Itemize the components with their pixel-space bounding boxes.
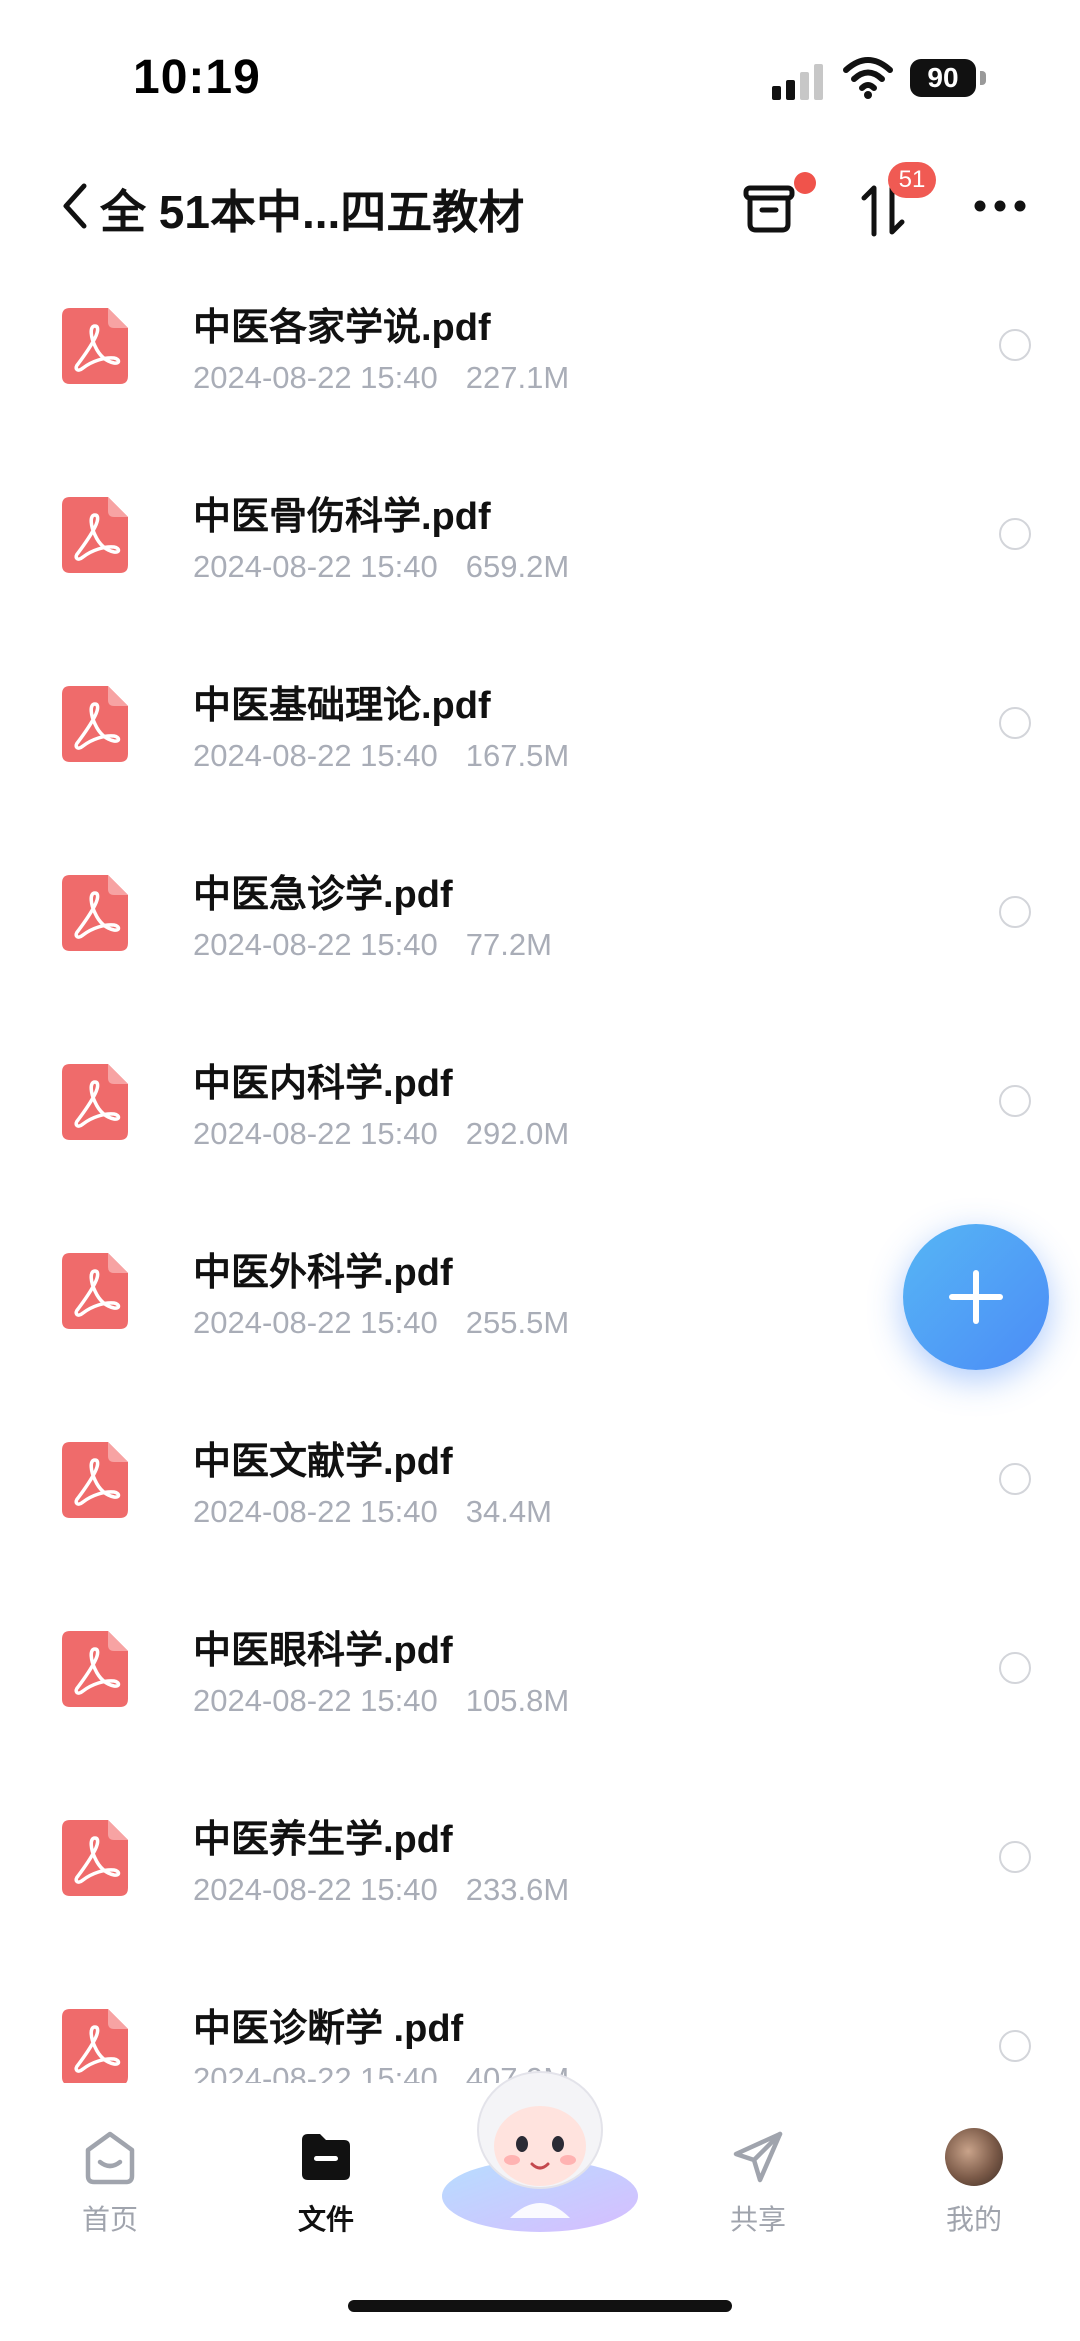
file-name: 中医眼科学.pdf bbox=[193, 1630, 453, 1672]
select-radio[interactable] bbox=[999, 518, 1031, 550]
file-list-item[interactable]: 中医内科学.pdf 2024-08-22 15:40 292.0M bbox=[0, 1040, 1080, 1229]
pdf-file-icon bbox=[62, 1631, 128, 1707]
wifi-icon bbox=[843, 57, 893, 99]
file-size: 34.4M bbox=[465, 1494, 552, 1529]
file-size: 77.2M bbox=[465, 927, 552, 962]
file-size: 292.0M bbox=[465, 1116, 570, 1151]
file-list-item[interactable]: 中医急诊学.pdf 2024-08-22 15:40 77.2M bbox=[0, 851, 1080, 1040]
home-indicator bbox=[348, 2300, 732, 2312]
transfer-count-badge: 51 bbox=[888, 162, 936, 198]
file-meta: 2024-08-22 15:40 34.4M bbox=[193, 1494, 552, 1530]
pdf-file-icon bbox=[62, 1820, 128, 1896]
pdf-file-icon bbox=[62, 308, 128, 384]
file-date: 2024-08-22 15:40 bbox=[193, 1305, 438, 1340]
nav-home-label: 首页 bbox=[81, 2204, 138, 2235]
select-radio[interactable] bbox=[999, 329, 1031, 361]
pdf-file-icon bbox=[62, 1442, 128, 1518]
file-size: 105.8M bbox=[465, 1683, 570, 1718]
cellular-signal-icon bbox=[772, 64, 823, 100]
folder-icon bbox=[302, 2134, 350, 2180]
nav-mine[interactable]: 我的 bbox=[904, 2128, 1044, 2238]
file-name: 中医急诊学.pdf bbox=[193, 874, 453, 916]
file-date: 2024-08-22 15:40 bbox=[193, 549, 438, 584]
file-meta: 2024-08-22 15:40 77.2M bbox=[193, 927, 552, 963]
nav-home[interactable]: 首页 bbox=[40, 2128, 180, 2238]
file-date: 2024-08-22 15:40 bbox=[193, 1116, 438, 1151]
select-radio[interactable] bbox=[999, 1652, 1031, 1684]
avatar bbox=[945, 2128, 1003, 2186]
page-title: 全 51本中...四五教材 bbox=[100, 186, 525, 238]
file-date: 2024-08-22 15:40 bbox=[193, 2061, 438, 2083]
file-size: 233.6M bbox=[465, 1872, 570, 1907]
file-date: 2024-08-22 15:40 bbox=[193, 1683, 438, 1718]
file-name: 中医诊断学 .pdf bbox=[193, 2008, 464, 2050]
share-icon bbox=[733, 2131, 783, 2183]
file-list-item[interactable]: 中医眼科学.pdf 2024-08-22 15:40 105.8M bbox=[0, 1607, 1080, 1796]
file-meta: 2024-08-22 15:40 255.5M bbox=[193, 1305, 569, 1341]
pdf-file-icon bbox=[62, 875, 128, 951]
nav-mine-label: 我的 bbox=[945, 2204, 1002, 2235]
file-list-item[interactable]: 中医骨伤科学.pdf 2024-08-22 15:40 659.2M bbox=[0, 473, 1080, 662]
file-size: 227.1M bbox=[465, 360, 570, 395]
select-radio[interactable] bbox=[999, 2030, 1031, 2062]
file-list: 中医各家学说.pdf 2024-08-22 15:40 227.1M 中医骨伤科学… bbox=[0, 268, 1080, 2083]
recycle-bin-icon[interactable] bbox=[740, 178, 798, 236]
home-icon bbox=[85, 2131, 135, 2185]
file-meta: 2024-08-22 15:40 227.1M bbox=[193, 360, 569, 396]
file-meta: 2024-08-22 15:40 659.2M bbox=[193, 549, 569, 585]
battery-indicator: 90 bbox=[910, 59, 988, 99]
select-radio[interactable] bbox=[999, 1463, 1031, 1495]
file-name: 中医养生学.pdf bbox=[193, 1819, 453, 1861]
file-size: 255.5M bbox=[465, 1305, 570, 1340]
file-name: 中医内科学.pdf bbox=[193, 1063, 453, 1105]
file-meta: 2024-08-22 15:40 233.6M bbox=[193, 1872, 569, 1908]
file-name: 中医文献学.pdf bbox=[193, 1441, 453, 1483]
plus-icon bbox=[949, 1270, 1003, 1324]
file-date: 2024-08-22 15:40 bbox=[193, 1872, 438, 1907]
battery-level: 90 bbox=[927, 62, 959, 93]
nav-files-label: 文件 bbox=[297, 2204, 354, 2235]
select-radio[interactable] bbox=[999, 896, 1031, 928]
file-list-item[interactable]: 中医各家学说.pdf 2024-08-22 15:40 227.1M bbox=[0, 284, 1080, 473]
pdf-file-icon bbox=[62, 497, 128, 573]
file-name: 中医骨伤科学.pdf bbox=[193, 496, 491, 538]
more-icon[interactable] bbox=[970, 196, 1030, 216]
file-date: 2024-08-22 15:40 bbox=[193, 738, 438, 773]
select-radio[interactable] bbox=[999, 1085, 1031, 1117]
ai-assistant-mascot-icon[interactable] bbox=[440, 2068, 640, 2238]
file-list-item[interactable]: 中医文献学.pdf 2024-08-22 15:40 34.4M bbox=[0, 1418, 1080, 1607]
pdf-file-icon bbox=[62, 686, 128, 762]
file-name: 中医基础理论.pdf bbox=[193, 685, 491, 727]
add-button[interactable] bbox=[903, 1224, 1049, 1370]
pdf-file-icon bbox=[62, 1253, 128, 1329]
file-name: 中医各家学说.pdf bbox=[193, 307, 491, 349]
recycle-notification-dot bbox=[794, 172, 816, 194]
file-date: 2024-08-22 15:40 bbox=[193, 1494, 438, 1529]
status-time: 10:19 bbox=[133, 51, 261, 104]
nav-files[interactable]: 文件 bbox=[256, 2128, 396, 2238]
pdf-file-icon bbox=[62, 2009, 128, 2083]
status-bar: 10:19 90 bbox=[0, 0, 1080, 150]
select-radio[interactable] bbox=[999, 1841, 1031, 1873]
file-list-item[interactable]: 中医养生学.pdf 2024-08-22 15:40 233.6M bbox=[0, 1796, 1080, 1985]
file-list-item[interactable]: 中医基础理论.pdf 2024-08-22 15:40 167.5M bbox=[0, 662, 1080, 851]
file-name: 中医外科学.pdf bbox=[193, 1252, 453, 1294]
nav-share-label: 共享 bbox=[729, 2204, 786, 2235]
select-radio[interactable] bbox=[999, 707, 1031, 739]
file-meta: 2024-08-22 15:40 167.5M bbox=[193, 738, 569, 774]
file-meta: 2024-08-22 15:40 292.0M bbox=[193, 1116, 569, 1152]
file-meta: 2024-08-22 15:40 105.8M bbox=[193, 1683, 569, 1719]
file-date: 2024-08-22 15:40 bbox=[193, 360, 438, 395]
file-size: 167.5M bbox=[465, 738, 570, 773]
file-date: 2024-08-22 15:40 bbox=[193, 927, 438, 962]
pdf-file-icon bbox=[62, 1064, 128, 1140]
file-size: 659.2M bbox=[465, 549, 570, 584]
nav-share[interactable]: 共享 bbox=[688, 2128, 828, 2238]
back-icon[interactable] bbox=[58, 180, 90, 232]
